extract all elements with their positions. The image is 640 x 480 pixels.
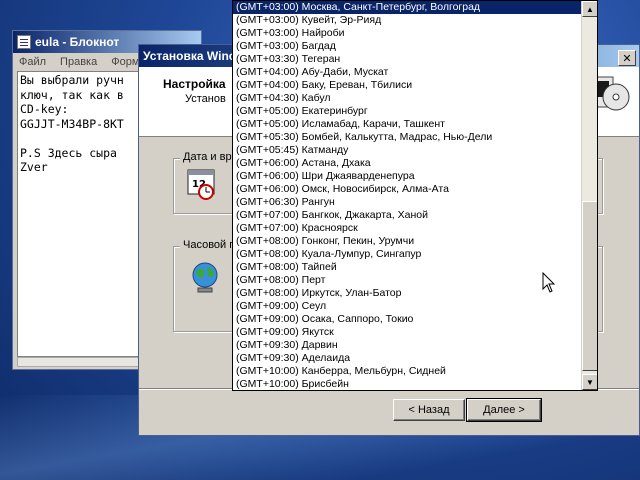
notepad-title: eula - Блокнот [35, 35, 120, 49]
setup-title: Установка Winc [143, 49, 236, 63]
calendar-clock-icon: 12 [187, 169, 215, 200]
timezone-option[interactable]: (GMT+06:00) Омск, Новосибирск, Алма-Ата [233, 183, 582, 196]
timezone-option[interactable]: (GMT+04:00) Баку, Ереван, Тбилиси [233, 79, 582, 92]
timezone-option[interactable]: (GMT+03:00) Багдад [233, 40, 582, 53]
timezone-option[interactable]: (GMT+08:00) Куала-Лумпур, Сингапур [233, 248, 582, 261]
timezone-option[interactable]: (GMT+05:00) Екатеринбург [233, 105, 582, 118]
timezone-option[interactable]: (GMT+09:30) Аделаида [233, 352, 582, 365]
setup-header-subtitle: Установ [185, 93, 226, 105]
timezone-option[interactable]: (GMT+06:30) Рангун [233, 196, 582, 209]
timezone-option[interactable]: (GMT+07:00) Бангкок, Джакарта, Ханой [233, 209, 582, 222]
setup-header-title: Настройка [163, 77, 226, 91]
scroll-thumb[interactable] [582, 201, 597, 371]
timezone-items: (GMT+03:00) Москва, Санкт-Петербург, Вол… [233, 1, 582, 390]
timezone-option[interactable]: (GMT+10:00) Канберра, Мельбурн, Сидней [233, 365, 582, 378]
timezone-option[interactable]: (GMT+04:30) Кабул [233, 92, 582, 105]
globe-icon [192, 262, 218, 293]
timezone-option[interactable]: (GMT+06:00) Шри Джаяварденепура [233, 170, 582, 183]
timezone-option[interactable]: (GMT+05:45) Катманду [233, 144, 582, 157]
next-button[interactable]: Далее > [466, 398, 542, 422]
timezone-scrollbar[interactable]: ▲ ▼ [581, 1, 597, 390]
timezone-option[interactable]: (GMT+05:00) Исламабад, Карачи, Ташкент [233, 118, 582, 131]
timezone-option[interactable]: (GMT+10:00) Брисбейн [233, 378, 582, 390]
timezone-option[interactable]: (GMT+05:30) Бомбей, Калькутта, Мадрас, Н… [233, 131, 582, 144]
menu-edit[interactable]: Правка [60, 56, 97, 68]
notepad-icon [17, 35, 31, 49]
timezone-option[interactable]: (GMT+09:00) Якутск [233, 326, 582, 339]
timezone-option[interactable]: (GMT+09:00) Осака, Саппоро, Токио [233, 313, 582, 326]
mouse-cursor-icon [542, 272, 556, 293]
timezone-dropdown-list[interactable]: (GMT+03:00) Москва, Санкт-Петербург, Вол… [232, 0, 598, 391]
timezone-option[interactable]: (GMT+07:00) Красноярск [233, 222, 582, 235]
scroll-up-button[interactable]: ▲ [582, 1, 597, 17]
timezone-option[interactable]: (GMT+08:00) Перт [233, 274, 582, 287]
timezone-legend: Часовой п [180, 239, 239, 251]
timezone-option[interactable]: (GMT+04:00) Абу-Даби, Мускат [233, 66, 582, 79]
timezone-option[interactable]: (GMT+06:00) Астана, Дхака [233, 157, 582, 170]
background-window-close-button[interactable]: ✕ [618, 50, 636, 66]
scroll-down-button[interactable]: ▼ [582, 374, 597, 390]
timezone-option[interactable]: (GMT+08:00) Тайпей [233, 261, 582, 274]
timezone-option[interactable]: (GMT+08:00) Иркутск, Улан-Батор [233, 287, 582, 300]
timezone-option[interactable]: (GMT+03:00) Кувейт, Эр-Рияд [233, 14, 582, 27]
menu-file[interactable]: Файл [19, 56, 46, 68]
back-button[interactable]: < Назад [393, 399, 465, 421]
timezone-option[interactable]: (GMT+03:30) Тегеран [233, 53, 582, 66]
timezone-option[interactable]: (GMT+03:00) Москва, Санкт-Петербург, Вол… [233, 1, 582, 14]
date-time-legend: Дата и вр [180, 151, 235, 163]
timezone-option[interactable]: (GMT+09:00) Сеул [233, 300, 582, 313]
timezone-option[interactable]: (GMT+03:00) Найроби [233, 27, 582, 40]
timezone-option[interactable]: (GMT+08:00) Гонконг, Пекин, Урумчи [233, 235, 582, 248]
timezone-option[interactable]: (GMT+09:30) Дарвин [233, 339, 582, 352]
